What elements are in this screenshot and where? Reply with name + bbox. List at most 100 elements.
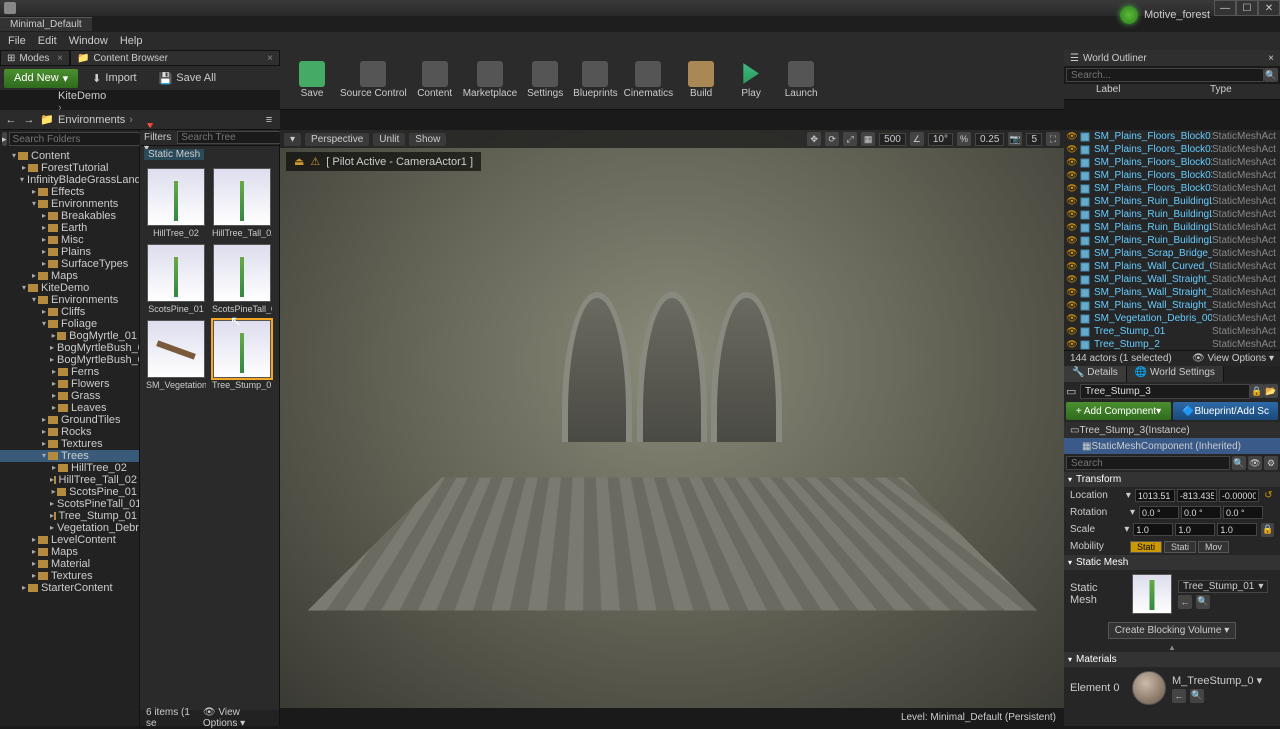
snap-grid-icon[interactable]: ▦ xyxy=(861,132,875,146)
breadcrumb-environments[interactable]: Environments xyxy=(58,114,125,126)
visibility-eye-icon[interactable]: 👁 xyxy=(1066,131,1078,142)
folder-rocks[interactable]: ▸Rocks xyxy=(0,426,139,438)
folder-tree-stump-01[interactable]: ▸Tree_Stump_01 xyxy=(0,510,139,522)
actor-tree-stump-2[interactable]: 👁Tree_Stump_2StaticMeshAct xyxy=(1064,338,1280,350)
section-materials[interactable]: ▾Materials xyxy=(1064,652,1280,667)
folder-material[interactable]: ▸Material xyxy=(0,558,139,570)
mobility-movable[interactable]: Mov xyxy=(1198,541,1229,553)
actor-sm-plains-floors-block01[interactable]: 👁SM_Plains_Floors_Block01StaticMeshAct xyxy=(1064,130,1280,143)
view-options-dropdown[interactable]: 👁 View Options ▾ xyxy=(203,707,273,729)
blueprint-button[interactable]: 🔷 Blueprint/Add Sc xyxy=(1173,402,1278,420)
breadcrumb-menu[interactable]: ≡ xyxy=(262,114,276,126)
visibility-eye-icon[interactable]: 👁 xyxy=(1066,170,1078,181)
folder-earth[interactable]: ▸Earth xyxy=(0,222,139,234)
folder-effects[interactable]: ▸Effects xyxy=(0,186,139,198)
visibility-eye-icon[interactable]: 👁 xyxy=(1066,157,1078,168)
scale-lock-icon[interactable]: 🔒 xyxy=(1261,523,1274,537)
level-tab[interactable]: Minimal_Default xyxy=(0,17,92,31)
viewport-menu[interactable]: ▾ xyxy=(284,133,301,146)
reset-location-icon[interactable]: ↺ xyxy=(1263,490,1274,502)
rotation-y[interactable] xyxy=(1181,506,1221,519)
actor-sm-plains-wall-straight-0[interactable]: 👁SM_Plains_Wall_Straight_0StaticMeshAct xyxy=(1064,273,1280,286)
gizmo-rotate-icon[interactable]: ⟳ xyxy=(825,132,839,146)
folder-grass[interactable]: ▸Grass xyxy=(0,390,139,402)
toolbar-cinematics[interactable]: Cinematics xyxy=(624,61,673,99)
save-all-button[interactable]: 💾 Save All xyxy=(151,69,224,88)
asset-tree_stump_01[interactable]: Tree_Stump_01 xyxy=(212,320,272,390)
folder-foresttutorial[interactable]: ▸ForestTutorial xyxy=(0,162,139,174)
actor-sm-plains-wall-straight-0[interactable]: 👁SM_Plains_Wall_Straight_0StaticMeshAct xyxy=(1064,299,1280,312)
snap-scale-icon[interactable]: % xyxy=(957,132,971,146)
visibility-eye-icon[interactable]: 👁 xyxy=(1066,196,1078,207)
gizmo-scale-icon[interactable]: ⤢ xyxy=(843,132,857,146)
folder-tree-toggle-icon[interactable]: ▸ xyxy=(2,132,7,146)
visibility-eye-icon[interactable]: 👁 xyxy=(1066,209,1078,220)
visibility-eye-icon[interactable]: 👁 xyxy=(1066,248,1078,259)
use-selected-icon[interactable]: ← xyxy=(1178,595,1192,609)
source-control-status-icon[interactable] xyxy=(1120,6,1138,24)
outliner-search-input[interactable] xyxy=(1066,68,1264,82)
section-static-mesh[interactable]: ▾Static Mesh xyxy=(1064,555,1280,570)
folder-hilltree-02[interactable]: ▸HillTree_02 xyxy=(0,462,139,474)
actor-sm-plains-ruin-buildingl[interactable]: 👁SM_Plains_Ruin_BuildingLStaticMeshAct xyxy=(1064,208,1280,221)
visibility-eye-icon[interactable]: 👁 xyxy=(1066,235,1078,246)
content-browser-panel-tab[interactable]: 📁 Content Browser× xyxy=(70,50,280,66)
camera-speed-icon[interactable]: 📷 xyxy=(1008,132,1022,146)
static-mesh-dropdown[interactable]: Tree_Stump_01 ▾ xyxy=(1178,580,1268,593)
snap-rotation-value[interactable]: 10° xyxy=(928,133,953,146)
window-minimize[interactable]: — xyxy=(1214,0,1236,16)
static-mesh-thumb[interactable] xyxy=(1132,574,1172,614)
asset-hilltree_02[interactable]: HillTree_02 xyxy=(146,168,206,238)
folder-hilltree-tall-02[interactable]: ▸HillTree_Tall_02 xyxy=(0,474,139,486)
folder-infinitybladegrasslands[interactable]: ▾InfinityBladeGrassLands xyxy=(0,174,139,186)
nav-fwd[interactable]: → xyxy=(22,114,36,126)
visibility-eye-icon[interactable]: 👁 xyxy=(1066,287,1078,298)
toolbar-marketplace[interactable]: Marketplace xyxy=(463,61,517,99)
asset-scotspinetall_01[interactable]: ScotsPineTall_01 xyxy=(212,244,272,314)
folder-scotspine-01[interactable]: ▸ScotsPine_01 xyxy=(0,486,139,498)
component-root[interactable]: ▭ Tree_Stump_3(Instance) xyxy=(1064,422,1280,438)
toolbar-save[interactable]: Save xyxy=(290,61,334,99)
nav-folder-icon[interactable]: 📁 xyxy=(40,113,54,126)
expand-arrow-icon[interactable]: ▲ xyxy=(1064,643,1280,652)
toolbar-settings[interactable]: Settings xyxy=(523,61,567,99)
menu-file[interactable]: File xyxy=(8,35,26,47)
use-selected-icon[interactable]: ← xyxy=(1172,689,1186,703)
component-staticmesh[interactable]: ▦ StaticMeshComponent (Inherited) xyxy=(1064,438,1280,454)
filter-chip-static-mesh[interactable]: Static Mesh xyxy=(144,149,204,160)
asset-hilltree_tall_02[interactable]: HillTree_Tall_02 xyxy=(212,168,272,238)
folder-maps[interactable]: ▸Maps xyxy=(0,270,139,282)
outliner-col-label[interactable]: Label xyxy=(1094,84,1210,99)
rotation-z[interactable] xyxy=(1223,506,1263,519)
location-z[interactable] xyxy=(1219,489,1259,502)
folder-startercontent[interactable]: ▸StarterContent xyxy=(0,582,139,594)
world-settings-tab[interactable]: 🌐 World Settings xyxy=(1127,366,1224,382)
folder-maps[interactable]: ▸Maps xyxy=(0,546,139,558)
visibility-eye-icon[interactable]: 👁 xyxy=(1066,339,1078,350)
viewport[interactable] xyxy=(280,130,1064,708)
details-settings-icon[interactable]: ⚙ xyxy=(1264,456,1278,470)
folder-levelcontent[interactable]: ▸LevelContent xyxy=(0,534,139,546)
folder-textures[interactable]: ▸Textures xyxy=(0,570,139,582)
visibility-eye-icon[interactable]: 👁 xyxy=(1066,222,1078,233)
add-component-button[interactable]: + Add Component ▾ xyxy=(1066,402,1171,420)
mobility-static[interactable]: Stati xyxy=(1130,541,1162,553)
folder-leaves[interactable]: ▸Leaves xyxy=(0,402,139,414)
mobility-stationary[interactable]: Stati xyxy=(1164,541,1196,553)
folder-environments[interactable]: ▾Environments xyxy=(0,198,139,210)
viewport-perspective[interactable]: Perspective xyxy=(305,133,369,146)
details-search-input[interactable] xyxy=(1066,456,1230,470)
actor-sm-vegetation-debris-002[interactable]: 👁SM_Vegetation_Debris_002StaticMeshAct xyxy=(1064,312,1280,325)
actor-tree-stump-01[interactable]: 👁Tree_Stump_01StaticMeshAct xyxy=(1064,325,1280,338)
scale-x[interactable] xyxy=(1133,523,1173,536)
actor-sm-plains-scrap-bridge-2[interactable]: 👁SM_Plains_Scrap_Bridge_2StaticMeshAct xyxy=(1064,247,1280,260)
breadcrumb-kitedemo[interactable]: KiteDemo xyxy=(58,90,125,102)
visibility-eye-icon[interactable]: 👁 xyxy=(1066,326,1078,337)
menu-window[interactable]: Window xyxy=(69,35,108,47)
snap-rotation-icon[interactable]: ∠ xyxy=(910,132,924,146)
viewport-shading[interactable]: Unlit xyxy=(373,133,405,146)
toolbar-source-control[interactable]: Source Control xyxy=(340,61,407,99)
actor-lock-icon[interactable]: 🔒 xyxy=(1250,384,1264,398)
create-blocking-volume-button[interactable]: Create Blocking Volume ▾ xyxy=(1108,622,1237,639)
visibility-eye-icon[interactable]: 👁 xyxy=(1066,183,1078,194)
